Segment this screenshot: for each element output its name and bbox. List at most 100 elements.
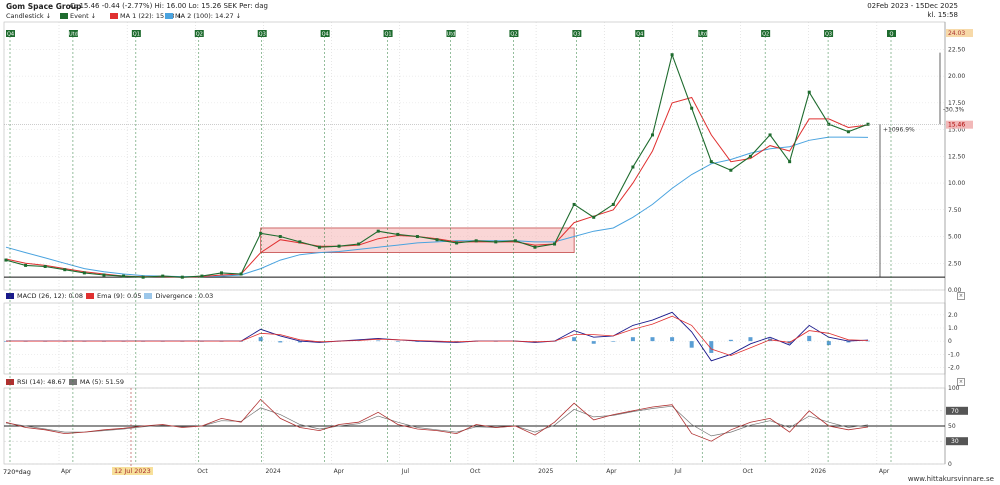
divergence-bar bbox=[807, 335, 812, 342]
legend-label: MA (5): 51.59 bbox=[79, 378, 125, 386]
divergence-bar bbox=[532, 341, 537, 342]
event-label: Q3 bbox=[259, 32, 266, 38]
x-tick-label: Oct bbox=[197, 468, 208, 475]
event-label: Utd bbox=[69, 32, 78, 38]
x-tick-label: Oct bbox=[470, 468, 481, 475]
candle bbox=[298, 240, 302, 244]
event-label: Q2 bbox=[196, 32, 203, 38]
legend-candlestick[interactable]: Candlestick ↓ bbox=[6, 11, 51, 20]
divergence-bar bbox=[199, 341, 204, 342]
divergence-bar bbox=[258, 337, 263, 342]
chart-canvas[interactable]: Q4 Utd Q1 Q2 Q3 Q4 Q1 Utd Q2 Q3 Q4 Utd Q2 Q3 Q Apr Jul O… bbox=[0, 0, 1000, 485]
legend-label: Divergence : 0.03 bbox=[155, 292, 214, 300]
divergence-bar bbox=[62, 341, 67, 342]
event-marker bbox=[383, 30, 393, 37]
event-label: Utd bbox=[698, 32, 707, 38]
candle bbox=[553, 242, 557, 246]
divergence-bar bbox=[395, 341, 400, 342]
candle bbox=[337, 244, 341, 248]
candle bbox=[161, 274, 165, 278]
event-marker bbox=[194, 30, 204, 37]
divergence-bar bbox=[787, 341, 792, 344]
candle bbox=[259, 231, 263, 235]
candle bbox=[180, 275, 184, 279]
divergence-bar bbox=[43, 341, 48, 342]
divergence-bar bbox=[670, 337, 675, 342]
divergence-bar bbox=[493, 341, 498, 342]
event-marker bbox=[509, 30, 519, 37]
candle bbox=[827, 122, 831, 126]
x-tick-label: 2025 bbox=[538, 468, 553, 475]
candle bbox=[807, 90, 811, 94]
candle bbox=[690, 106, 694, 110]
macd-line bbox=[6, 311, 869, 362]
close-icon[interactable]: × bbox=[957, 378, 965, 386]
event-marker bbox=[131, 30, 141, 37]
divergence-bar bbox=[376, 340, 381, 342]
candle bbox=[357, 242, 361, 246]
event-label: Q4 bbox=[322, 32, 329, 38]
legend-swatch bbox=[6, 293, 14, 299]
x-tick-label: Oct bbox=[743, 468, 754, 475]
divergence-bar bbox=[101, 341, 106, 342]
divergence-bar bbox=[552, 341, 557, 342]
y-tick-label: 2.0 bbox=[948, 312, 958, 319]
close-icon[interactable]: × bbox=[957, 292, 965, 300]
candle bbox=[768, 133, 772, 137]
candle bbox=[220, 271, 223, 275]
event-marker bbox=[68, 30, 78, 37]
x-tick-label: 2026 bbox=[811, 468, 826, 475]
event-marker bbox=[635, 30, 645, 37]
divergence-bar bbox=[846, 341, 851, 343]
pane-frame bbox=[3, 21, 946, 291]
event-marker bbox=[446, 30, 456, 37]
candle bbox=[866, 122, 870, 126]
candle bbox=[200, 274, 204, 278]
chevron-down-icon: ↓ bbox=[235, 11, 242, 20]
candle bbox=[141, 275, 145, 279]
divergence-bar bbox=[866, 340, 870, 342]
divergence-bar bbox=[591, 341, 596, 344]
rsi-ma-line bbox=[5, 405, 869, 437]
divergence-bar bbox=[415, 341, 420, 342]
divergence-bar bbox=[82, 341, 87, 342]
legend-ma2[interactable]: MA 2 (100): 14.27 ↓ bbox=[165, 11, 241, 20]
divergence-bar bbox=[160, 341, 165, 342]
date-range: 02Feb 2023 - 15Dec 2025 bbox=[867, 2, 958, 10]
event-label: Q2 bbox=[762, 32, 769, 38]
y-tick-label: 15.00 bbox=[948, 127, 965, 134]
divergence-bar bbox=[650, 337, 655, 342]
candle bbox=[592, 215, 596, 219]
site-credit: www.hittakursvinnare.se bbox=[907, 475, 994, 483]
y-tick-label: 0 bbox=[948, 461, 952, 468]
x-tick-label: Jul bbox=[401, 468, 410, 475]
chevron-down-icon: ↓ bbox=[45, 11, 52, 20]
legend-swatch bbox=[6, 379, 14, 385]
divergence-bar bbox=[239, 341, 244, 342]
price-tag bbox=[946, 120, 973, 129]
y-tick-label: 7.50 bbox=[948, 207, 962, 214]
y-tick-label: 5.00 bbox=[948, 234, 962, 241]
range-box bbox=[260, 227, 575, 253]
event-marker bbox=[6, 30, 15, 37]
candle bbox=[376, 229, 380, 233]
x-tick-label: Apr bbox=[61, 468, 72, 475]
divergence-bar bbox=[121, 341, 126, 342]
candle bbox=[474, 239, 478, 243]
legend-label: MA 2 (100): 14.27 bbox=[175, 11, 234, 20]
divergence-bar bbox=[728, 339, 733, 342]
event-marker bbox=[887, 30, 896, 37]
candle bbox=[846, 130, 850, 134]
candle bbox=[82, 271, 86, 275]
divergence-bar bbox=[435, 341, 439, 342]
event-marker bbox=[257, 30, 267, 37]
candle bbox=[709, 160, 713, 164]
y-tick-label: 1.0 bbox=[948, 325, 958, 332]
candle bbox=[415, 235, 419, 239]
event-label: Q2 bbox=[510, 32, 517, 38]
event-label: Q bbox=[890, 32, 894, 38]
legend-event[interactable]: Event ↓ bbox=[60, 11, 96, 20]
candle bbox=[631, 165, 635, 169]
legend-label: MACD (26, 12): 0.08 bbox=[17, 292, 84, 300]
candle bbox=[788, 160, 792, 164]
